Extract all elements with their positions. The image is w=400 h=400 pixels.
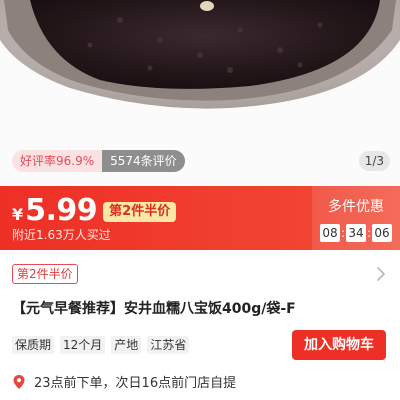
spec-value-origin: 江苏省: [147, 336, 190, 354]
product-info: 第2件半价 【元气早餐推荐】安井血糯八宝饭400g/袋-F 保质期 12个月 产…: [0, 250, 400, 400]
location-pin-icon: [13, 374, 25, 389]
good-rate: 好评率96.9%: [12, 150, 103, 172]
add-to-cart-button[interactable]: 加入购物车: [292, 330, 386, 360]
chevron-right-icon[interactable]: [374, 265, 388, 283]
countdown-hours: 08: [320, 224, 340, 242]
rating-summary[interactable]: 好评率96.9% 5574条评价: [12, 150, 185, 172]
countdown-timer: 08 : 34 : 06: [320, 224, 392, 242]
review-count: 5574条评价: [102, 150, 185, 172]
spec-key-origin: 产地: [111, 336, 142, 354]
countdown-seconds: 06: [372, 224, 392, 242]
countdown-minutes: 34: [346, 224, 366, 242]
promo-tag: 第2件半价: [103, 202, 177, 222]
multi-item-deal: 多件优惠 08 : 34 : 06: [312, 186, 400, 250]
price-row: ¥ 5.99 第2件半价: [12, 193, 177, 228]
product-title: 【元气早餐推荐】安井血糯八宝饭400g/袋-F: [12, 301, 296, 317]
product-image-carousel[interactable]: 好评率96.9% 5574条评价 1/3: [0, 0, 400, 186]
spec-value-shelf-life: 12个月: [60, 336, 106, 354]
price-currency: ¥: [12, 205, 24, 224]
buyers-count: 附近1.63万人买过: [12, 228, 111, 242]
price-amount: 5.99: [25, 193, 98, 228]
price-banner: ¥ 5.99 第2件半价 附近1.63万人买过 多件优惠 08 : 34 : 0…: [0, 186, 400, 250]
pickup-text: 23点前下单，次日16点前门店自提: [34, 376, 237, 391]
promo-line-tag[interactable]: 第2件半价: [12, 264, 78, 284]
deal-title: 多件优惠: [328, 199, 384, 215]
pickup-info[interactable]: 23点前下单，次日16点前门店自提: [12, 372, 236, 391]
spec-key-shelf-life: 保质期: [12, 336, 55, 354]
spec-row: 保质期 12个月 产地 江苏省: [12, 336, 195, 354]
image-page-indicator: 1/3: [358, 151, 390, 171]
